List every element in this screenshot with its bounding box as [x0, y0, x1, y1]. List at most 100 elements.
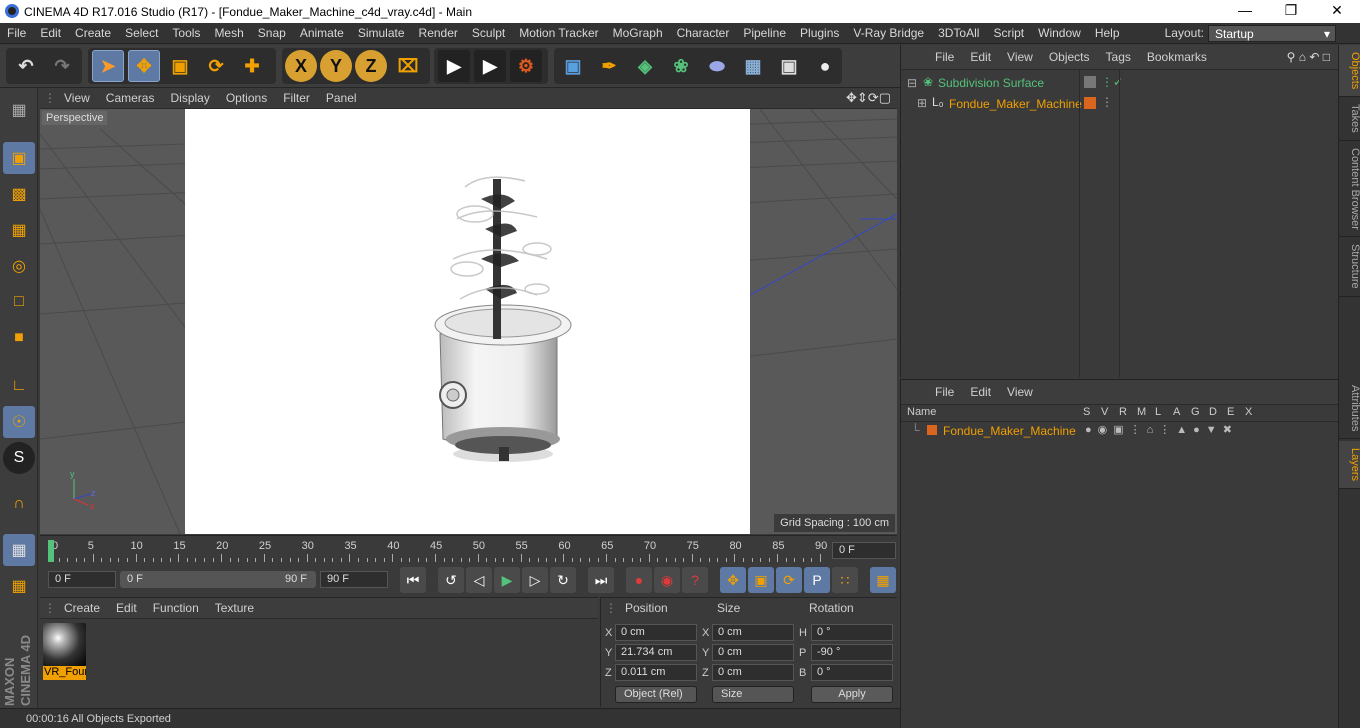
rotate-icon[interactable]: ⟳ — [200, 50, 232, 82]
render-settings-icon[interactable]: ⚙ — [510, 50, 542, 82]
menu-render[interactable]: Render — [412, 23, 465, 44]
cloner-icon[interactable]: ❀ — [665, 50, 697, 82]
record-parameter-icon[interactable]: P — [804, 567, 830, 593]
cube-icon[interactable]: ▣ — [557, 50, 589, 82]
object-menu-tags[interactable]: Tags — [1098, 45, 1139, 70]
menu-character[interactable]: Character — [670, 23, 737, 44]
current-frame-field[interactable]: 0 F — [832, 542, 896, 559]
x-axis-lock-icon[interactable]: X — [285, 50, 317, 82]
expand-icon[interactable]: ⊞ — [917, 96, 927, 110]
3d-viewport[interactable]: y z x Perspective Grid Spacing: 100 cm — [40, 109, 897, 534]
menu-select[interactable]: Select — [118, 23, 165, 44]
material-menu-function[interactable]: Function — [145, 598, 207, 619]
collapse-icon[interactable]: ⊟ — [907, 76, 917, 90]
previous-frame-icon[interactable]: ◁ — [466, 567, 492, 593]
tab-structure[interactable]: Structure — [1339, 237, 1360, 297]
preview-range-slider[interactable]: 0 F 90 F — [120, 571, 316, 588]
viewport-nav-icons[interactable]: ✥⇕⟳▢ — [846, 90, 891, 106]
subdivision-surface-icon[interactable]: ◈ — [629, 50, 661, 82]
y-axis-lock-icon[interactable]: Y — [320, 50, 352, 82]
go-to-end-icon[interactable]: ⏭ — [588, 567, 614, 593]
multi-transform-icon[interactable]: ✚ — [236, 50, 268, 82]
menu-sculpt[interactable]: Sculpt — [465, 23, 512, 44]
menu-pipeline[interactable]: Pipeline — [736, 23, 793, 44]
rot-h-field[interactable]: 0 ° — [811, 624, 893, 641]
menu-file[interactable]: File — [0, 23, 33, 44]
size-z-field[interactable]: 0 cm — [712, 664, 794, 681]
menu-simulate[interactable]: Simulate — [351, 23, 412, 44]
object-row-fondue[interactable]: ⊞ L₀ Fondue_Maker_Machine ⋮ — [901, 94, 1339, 113]
menu-edit[interactable]: Edit — [33, 23, 68, 44]
axis-mode-icon[interactable]: ∟ — [3, 370, 35, 402]
tab-content-browser[interactable]: Content Browser — [1339, 141, 1360, 237]
object-menu-file[interactable]: File — [927, 45, 962, 70]
layer-swatch[interactable] — [1084, 76, 1096, 88]
light-icon[interactable]: ● — [809, 50, 841, 82]
material-menu-create[interactable]: Create — [56, 598, 108, 619]
tab-takes[interactable]: Takes — [1339, 97, 1360, 141]
tab-attributes[interactable]: Attributes — [1339, 379, 1360, 439]
end-frame-field[interactable]: 90 F — [320, 571, 388, 588]
points-mode-icon[interactable]: ◎ — [3, 250, 35, 282]
size-x-field[interactable]: 0 cm — [712, 624, 794, 641]
record-pla-icon[interactable]: ∷ — [832, 567, 858, 593]
model-mode-icon[interactable]: ▣ — [3, 142, 35, 174]
render-picture-viewer-icon[interactable]: ▶ — [474, 50, 506, 82]
viewport-menu-display[interactable]: Display — [162, 88, 217, 109]
material-menu-edit[interactable]: Edit — [108, 598, 145, 619]
layer-menu-file[interactable]: File — [927, 380, 962, 405]
pen-spline-icon[interactable]: ✒ — [593, 50, 625, 82]
apply-button[interactable]: Apply — [811, 686, 893, 703]
close-button[interactable]: ✕ — [1314, 0, 1360, 23]
timeline-ruler[interactable]: 0 5 10 15 20 25 30 35 40 45 50 55 60 65 70 75 80 85 90 0 F — [40, 535, 897, 565]
timeline-window-icon[interactable]: ▦ — [870, 567, 896, 593]
redo-icon[interactable]: ↷ — [46, 50, 78, 82]
workplane-icon[interactable]: ▦ — [3, 214, 35, 246]
deformer-icon[interactable]: ⬬ — [701, 50, 733, 82]
z-axis-lock-icon[interactable]: Z — [355, 50, 387, 82]
menu-tools[interactable]: Tools — [165, 23, 207, 44]
next-key-icon[interactable]: ↻ — [550, 567, 576, 593]
maximize-button[interactable]: ❐ — [1268, 0, 1314, 23]
make-editable-icon[interactable]: ▦ — [3, 94, 35, 126]
record-icon[interactable]: ● — [626, 567, 652, 593]
viewport-menu-panel[interactable]: Panel — [318, 88, 365, 109]
play-icon[interactable]: ▶ — [494, 567, 520, 593]
menu-plugins[interactable]: Plugins — [793, 23, 846, 44]
start-frame-field[interactable]: 0 F — [48, 571, 116, 588]
viewport-menu-options[interactable]: Options — [218, 88, 275, 109]
layer-row[interactable]: └ Fondue_Maker_Machine ●◉▣⋮⌂⋮▲●▼✖ — [901, 422, 1339, 441]
minimize-button[interactable]: — — [1222, 0, 1268, 23]
polygons-mode-icon[interactable]: ■ — [3, 322, 35, 354]
menu-mesh[interactable]: Mesh — [207, 23, 250, 44]
tab-layers[interactable]: Layers — [1339, 441, 1360, 489]
visibility-dots-icon[interactable]: ⋮ — [1101, 95, 1113, 109]
layer-color-swatch[interactable] — [927, 425, 937, 435]
scale-icon[interactable]: ▣ — [164, 50, 196, 82]
rot-p-field[interactable]: -90 ° — [811, 644, 893, 661]
coordinate-system-icon[interactable]: ⌧ — [392, 50, 424, 82]
menu-create[interactable]: Create — [68, 23, 118, 44]
tweak-mode-icon[interactable]: ☉ — [3, 406, 35, 438]
object-menu-edit[interactable]: Edit — [962, 45, 999, 70]
autokey-icon[interactable]: ◉ — [654, 567, 680, 593]
solo-icon[interactable]: S — [3, 442, 35, 474]
viewport-menu-cameras[interactable]: Cameras — [98, 88, 163, 109]
material-swatch[interactable]: VR_Fount — [43, 623, 86, 680]
size-y-field[interactable]: 0 cm — [712, 644, 794, 661]
snap-magnet-icon[interactable]: ∩ — [3, 488, 35, 520]
object-menu-objects[interactable]: Objects — [1041, 45, 1098, 70]
pos-y-field[interactable]: 21.734 cm — [615, 644, 697, 661]
pos-z-field[interactable]: 0.011 cm — [615, 664, 697, 681]
playhead[interactable] — [48, 540, 54, 562]
layer-swatch[interactable] — [1084, 97, 1096, 109]
layout-select[interactable]: Startup ▾ — [1208, 25, 1336, 42]
go-to-start-icon[interactable]: ⏮ — [400, 567, 426, 593]
viewport-menu-view[interactable]: View — [56, 88, 98, 109]
render-view-icon[interactable]: ▶ — [438, 50, 470, 82]
next-frame-icon[interactable]: ▷ — [522, 567, 548, 593]
locked-workplane-icon[interactable]: ▦ — [3, 570, 35, 602]
record-rotation-icon[interactable]: ⟳ — [776, 567, 802, 593]
floor-icon[interactable]: ▦ — [737, 50, 769, 82]
previous-key-icon[interactable]: ↺ — [438, 567, 464, 593]
